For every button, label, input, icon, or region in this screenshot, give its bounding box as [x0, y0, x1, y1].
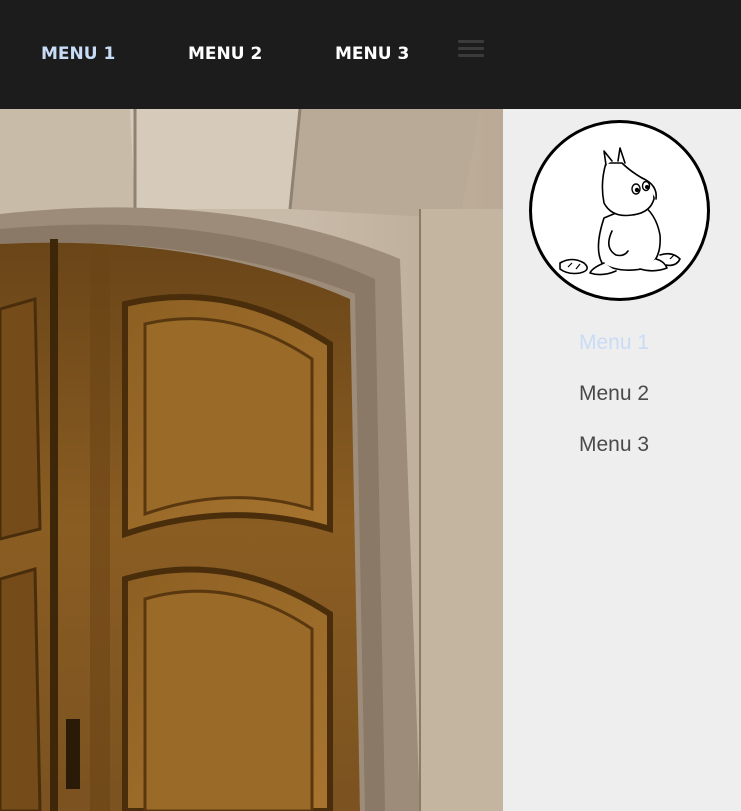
hero-door-image — [0, 109, 503, 811]
hamburger-menu-icon[interactable] — [458, 40, 484, 60]
top-navigation-bar: MENU 1 MENU 2 MENU 3 — [0, 0, 741, 109]
moomin-icon — [559, 147, 681, 276]
door-photo-illustration — [0, 109, 503, 811]
sidenav-menu-1[interactable]: Menu 1 — [579, 331, 649, 355]
sidenav-menu-2[interactable]: Menu 2 — [579, 382, 649, 406]
sidebar: Menu 1 Menu 2 Menu 3 — [503, 109, 741, 811]
sidenav-menu-3[interactable]: Menu 3 — [579, 433, 649, 457]
moomin-avatar — [529, 120, 710, 301]
topnav-menu-2[interactable]: MENU 2 — [188, 44, 262, 64]
topnav-menu-1[interactable]: MENU 1 — [41, 44, 115, 64]
topnav-menu-3[interactable]: MENU 3 — [335, 44, 409, 64]
